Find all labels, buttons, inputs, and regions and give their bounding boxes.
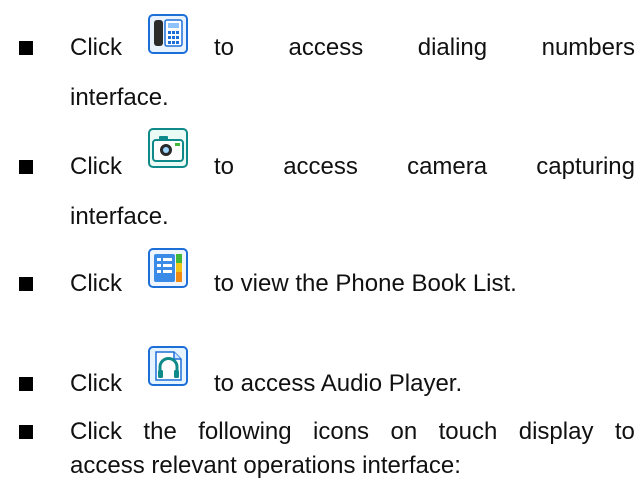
item-5-word: following bbox=[198, 418, 292, 445]
audio-player-icon[interactable] bbox=[148, 346, 188, 386]
item-1-click: Click bbox=[70, 34, 122, 61]
bullet-4 bbox=[19, 377, 33, 391]
item-2-word: camera bbox=[407, 153, 488, 180]
bullet-3 bbox=[19, 277, 33, 291]
bullet-1 bbox=[19, 41, 33, 55]
item-5-word: touch bbox=[438, 418, 498, 445]
item-4-click: Click bbox=[70, 370, 122, 397]
item-5-word: the bbox=[143, 418, 177, 445]
item-2-word: capturing bbox=[536, 153, 635, 180]
item-2-click: Click bbox=[70, 153, 122, 180]
phone-book-icon[interactable] bbox=[148, 248, 188, 288]
item-5-word: icons bbox=[313, 418, 370, 445]
item-2-line1: to access camera capturing bbox=[214, 153, 635, 181]
item-5-word: to bbox=[614, 418, 635, 445]
camera-icon[interactable] bbox=[148, 128, 188, 168]
item-2-word: access bbox=[283, 153, 358, 180]
item-5-line1: Click the following icons on touch displ… bbox=[70, 418, 635, 446]
item-1-word: to bbox=[214, 34, 235, 61]
item-1-line1: to access dialing numbers bbox=[214, 34, 635, 62]
item-5-line2: access relevant operations interface: bbox=[70, 452, 461, 479]
item-3-text: to view the Phone Book List. bbox=[214, 270, 517, 297]
bullet-2 bbox=[19, 160, 33, 174]
phone-dial-icon[interactable] bbox=[148, 14, 188, 54]
item-5-word: Click bbox=[70, 418, 122, 445]
manual-page: Click to access dialing numbers interfac… bbox=[0, 0, 642, 487]
item-1-line2: interface. bbox=[70, 84, 169, 111]
item-5-word: on bbox=[390, 418, 418, 445]
item-2-line2: interface. bbox=[70, 203, 169, 230]
item-2-word: to bbox=[214, 153, 235, 180]
item-1-word: numbers bbox=[541, 34, 635, 61]
item-5-word: display bbox=[518, 418, 594, 445]
item-3-click: Click bbox=[70, 270, 122, 297]
bullet-5 bbox=[19, 425, 33, 439]
item-1-word: access bbox=[288, 34, 364, 61]
item-4-text: to access Audio Player. bbox=[214, 370, 463, 397]
item-1-word: dialing bbox=[417, 34, 488, 61]
